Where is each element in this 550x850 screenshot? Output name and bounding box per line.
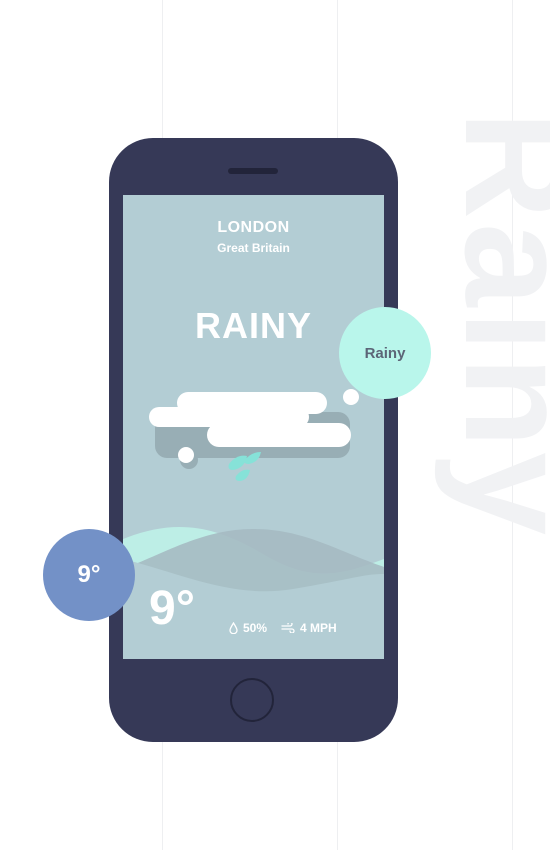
phone-home-button[interactable] <box>230 678 274 722</box>
droplet-icon <box>229 622 238 634</box>
background-watermark-word: Rainy <box>434 110 550 540</box>
temperature-badge: 9° <box>43 529 135 621</box>
humidity-stat: 50% <box>229 621 267 635</box>
current-temperature: 9° <box>149 582 195 635</box>
cloud-rain-icon <box>149 389 359 481</box>
weather-screen: LONDON Great Britain RAINY 9° 50% 4 MPH <box>123 195 384 659</box>
condition-badge: Rainy <box>339 307 431 399</box>
phone-speaker <box>228 168 278 174</box>
city-name: LONDON <box>217 219 290 236</box>
temperature-badge-label: 9° <box>77 561 101 588</box>
phone-mockup: LONDON Great Britain RAINY 9° 50% 4 MPH <box>109 138 398 742</box>
wind-stat: 4 MPH <box>281 621 337 635</box>
wind-value: 4 MPH <box>300 621 337 635</box>
weather-stats: 50% 4 MPH <box>229 621 351 635</box>
condition-badge-label: Rainy <box>364 344 406 362</box>
country-name: Great Britain <box>217 241 290 255</box>
humidity-value: 50% <box>243 621 268 635</box>
wind-icon <box>281 623 295 633</box>
